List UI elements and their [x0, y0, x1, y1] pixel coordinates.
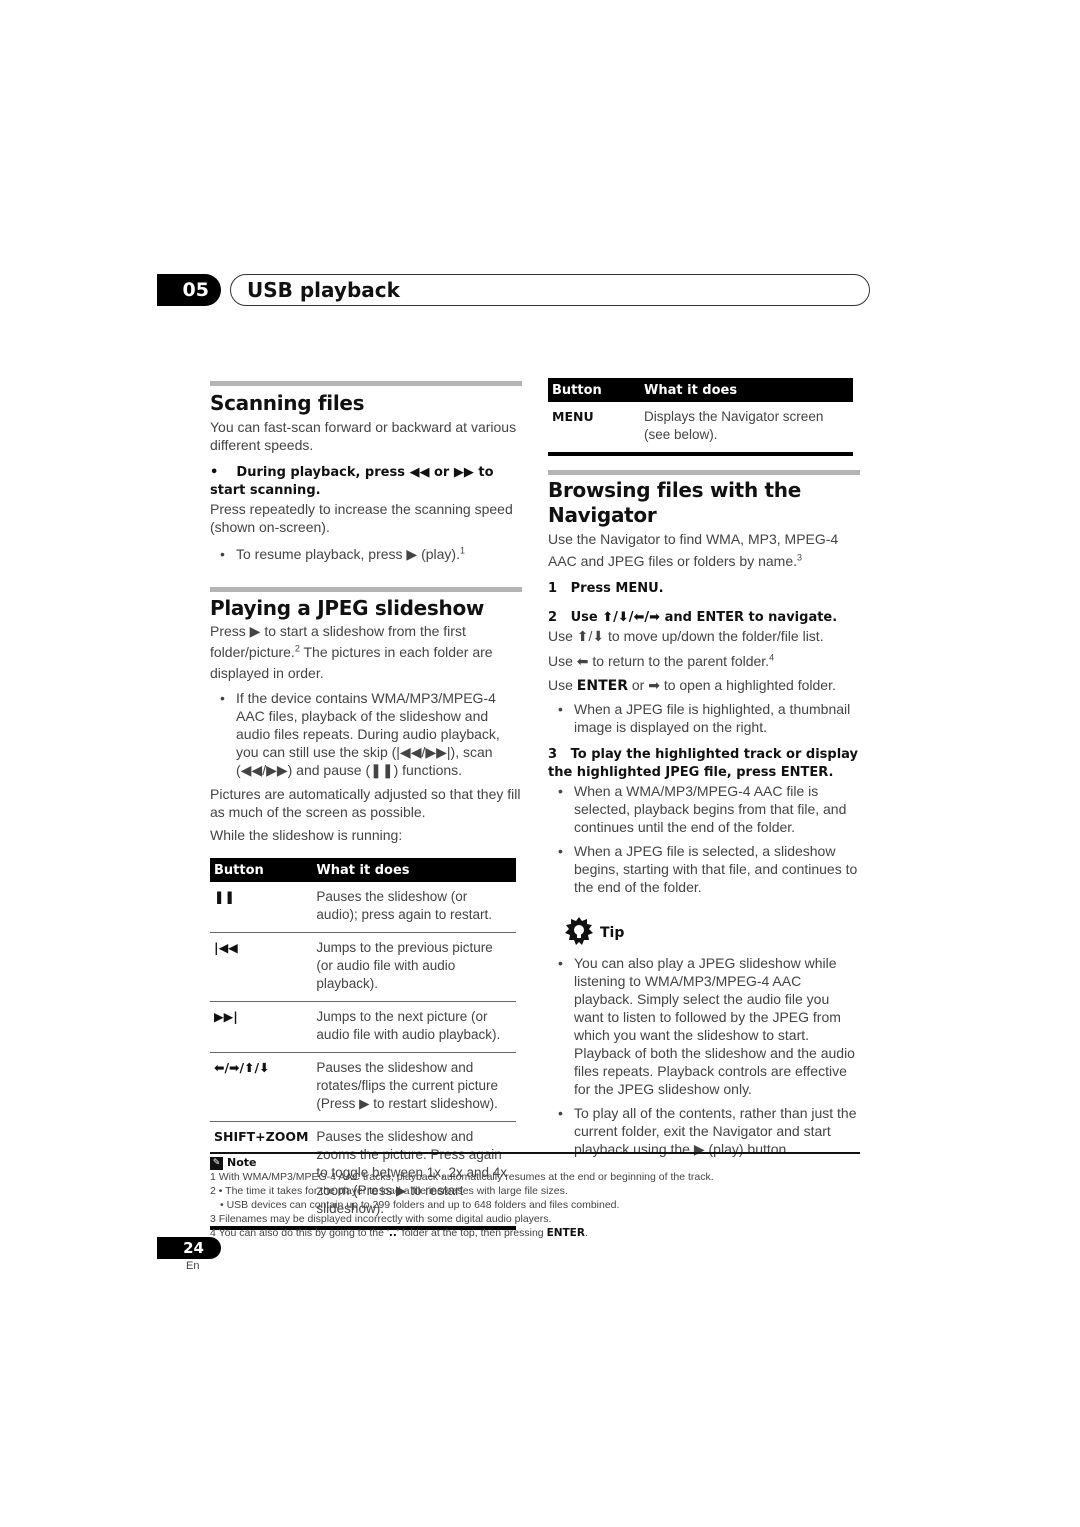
- step-text: To play the highlighted track or display…: [548, 747, 859, 780]
- step-number: 2: [548, 610, 558, 625]
- table-end-rule: [548, 452, 853, 456]
- list-item: When a JPEG file is selected, a slidesho…: [548, 842, 860, 896]
- notes-block: ✎ Note 1 With WMA/MP3/MPEG-4 AAC tracks,…: [210, 1156, 870, 1240]
- arrow-keys-icon: ⬅/➡/⬆/⬇: [210, 1052, 313, 1122]
- section-title-navigator: Browsing files with the Navigator: [548, 478, 802, 527]
- table-header-button: Button: [548, 378, 640, 402]
- pause-icon: ❚❚: [214, 889, 235, 904]
- note-text-cont: ' folder at the top, then pressing: [396, 1227, 547, 1239]
- navigator-intro: Use the Navigator to find WMA, MP3, MPEG…: [548, 528, 860, 572]
- page-language: En: [186, 1260, 200, 1272]
- enter-key: ENTER: [546, 1227, 585, 1239]
- footnote-2b: • USB devices can contain up to 299 fold…: [220, 1199, 620, 1211]
- step2-line-1: Use ⬆/⬇ to move up/down the folder/file …: [548, 628, 824, 644]
- list-item: When a WMA/MP3/MPEG-4 AAC file is select…: [548, 782, 860, 836]
- step-text: Press MENU.: [570, 581, 664, 596]
- note-text-end: .: [584, 1227, 588, 1239]
- navigator-step-1: 1 Press MENU.: [548, 580, 860, 598]
- scanning-step-text: During playback, press ◀◀ or ▶▶ to start…: [210, 465, 494, 498]
- table-header-description: What it does: [640, 378, 853, 402]
- row-description: Displays the Navigator screen (see below…: [644, 409, 824, 442]
- note-divider: [210, 1152, 860, 1154]
- bullet-text: To resume playback, press ▶ (play).: [236, 546, 460, 562]
- pencil-icon: ✎: [210, 1156, 223, 1170]
- line-text: Use: [548, 677, 577, 693]
- parent-folder-dots: ..: [388, 1227, 397, 1239]
- step2-line-2: Use ⬅ to return to the parent folder.4: [548, 652, 860, 670]
- scanning-intro: You can fast-scan forward or backward at…: [210, 419, 517, 453]
- footnote-ref[interactable]: 1: [460, 545, 465, 555]
- table-row: ⬅/➡/⬆/⬇ Pauses the slideshow and rotates…: [210, 1052, 516, 1122]
- tip-heading: Tip: [564, 916, 860, 950]
- section-rule: [210, 587, 522, 592]
- table-header-button: Button: [210, 858, 313, 882]
- table-row: MENU Displays the Navigator screen (see …: [548, 402, 853, 452]
- footnote-3: 3 Filenames may be displayed incorrectly…: [210, 1213, 552, 1225]
- table-header-description: What it does: [312, 858, 516, 882]
- row-description: Jumps to the previous picture (or audio …: [312, 932, 516, 1002]
- section-rule: [210, 381, 522, 386]
- line-text: Use ⬅ to return to the parent folder.: [548, 653, 770, 669]
- slideshow-adjust: Pictures are automatically adjusted so t…: [210, 786, 521, 820]
- lightbulb-icon: [564, 916, 594, 950]
- note-label: Note: [227, 1156, 257, 1169]
- intro-text: Use the Navigator to find WMA, MP3, MPEG…: [548, 531, 839, 569]
- list-item: To play all of the contents, rather than…: [548, 1104, 860, 1158]
- note-heading: ✎ Note: [210, 1156, 870, 1170]
- list-item: You can also play a JPEG slideshow while…: [548, 954, 860, 1098]
- chapter-number-badge: 05: [157, 274, 221, 306]
- slideshow-running: While the slideshow is running:: [210, 827, 403, 843]
- section-title-scanning: Scanning files: [210, 391, 365, 415]
- step2-line-3: Use ENTER or ➡ to open a highlighted fol…: [548, 676, 860, 695]
- step-text: Use ⬆/⬇/⬅/➡ and ENTER to navigate.: [570, 610, 838, 625]
- section-rule: [548, 470, 860, 475]
- slideshow-intro: Press ▶ to start a slideshow from the fi…: [210, 621, 522, 684]
- line-text-cont: or ➡ to open a highlighted folder.: [627, 677, 836, 693]
- row-description: Jumps to the next picture (or audio file…: [312, 1001, 516, 1053]
- menu-key: MENU: [552, 409, 594, 424]
- footnote-ref[interactable]: 3: [797, 552, 802, 562]
- row-description: Pauses the slideshow (or audio); press a…: [316, 889, 493, 922]
- left-column: Scanning files You can fast-scan forward…: [210, 381, 522, 1230]
- skip-previous-icon: |◀◀: [210, 932, 313, 1002]
- navigator-step-2: 2 Use ⬆/⬇/⬅/➡ and ENTER to navigate.: [548, 609, 860, 627]
- table-row: |◀◀ Jumps to the previous picture (or au…: [210, 932, 516, 1002]
- navigator-step-3: 3 To play the highlighted track or displ…: [548, 746, 860, 782]
- table-row: ▶▶| Jumps to the next picture (or audio …: [210, 1001, 516, 1053]
- right-column: Button What it does MENU Displays the Na…: [548, 378, 860, 1158]
- menu-button-table: Button What it does MENU Displays the Na…: [548, 378, 853, 456]
- footnote-4: 4 You can also do this by going to the '…: [210, 1226, 870, 1240]
- scanning-step: • During playback, press ◀◀ or ▶▶ to sta…: [210, 464, 522, 500]
- table-row: ❚❚ Pauses the slideshow (or audio); pres…: [210, 882, 516, 933]
- skip-next-icon: ▶▶|: [210, 1001, 313, 1053]
- list-item: To resume playback, press ▶ (play).1: [210, 545, 522, 563]
- step-number: 3: [548, 747, 558, 762]
- footnote-1: 1 With WMA/MP3/MPEG-4 AAC tracks, playba…: [210, 1171, 714, 1183]
- step-bullet: •: [210, 465, 219, 480]
- row-description: Pauses the slideshow and rotates/flips t…: [312, 1052, 516, 1122]
- list-item: When a JPEG file is highlighted, a thumb…: [548, 700, 860, 736]
- step-number: 1: [548, 581, 558, 596]
- list-item: If the device contains WMA/MP3/MPEG-4 AA…: [210, 689, 522, 779]
- page-number-badge: 24: [157, 1237, 221, 1259]
- footnote-ref[interactable]: 4: [769, 652, 774, 662]
- section-title-slideshow: Playing a JPEG slideshow: [210, 596, 485, 620]
- tip-label: Tip: [600, 925, 625, 941]
- chapter-title: USB playback: [230, 274, 870, 306]
- chapter-title-text: USB playback: [247, 278, 400, 302]
- footnote-2a: 2 • The time it takes for the player to …: [210, 1185, 568, 1197]
- note-text: 4 You can also do this by going to the ': [210, 1227, 389, 1239]
- enter-key: ENTER: [576, 678, 628, 694]
- scanning-step-detail: Press repeatedly to increase the scannin…: [210, 501, 513, 535]
